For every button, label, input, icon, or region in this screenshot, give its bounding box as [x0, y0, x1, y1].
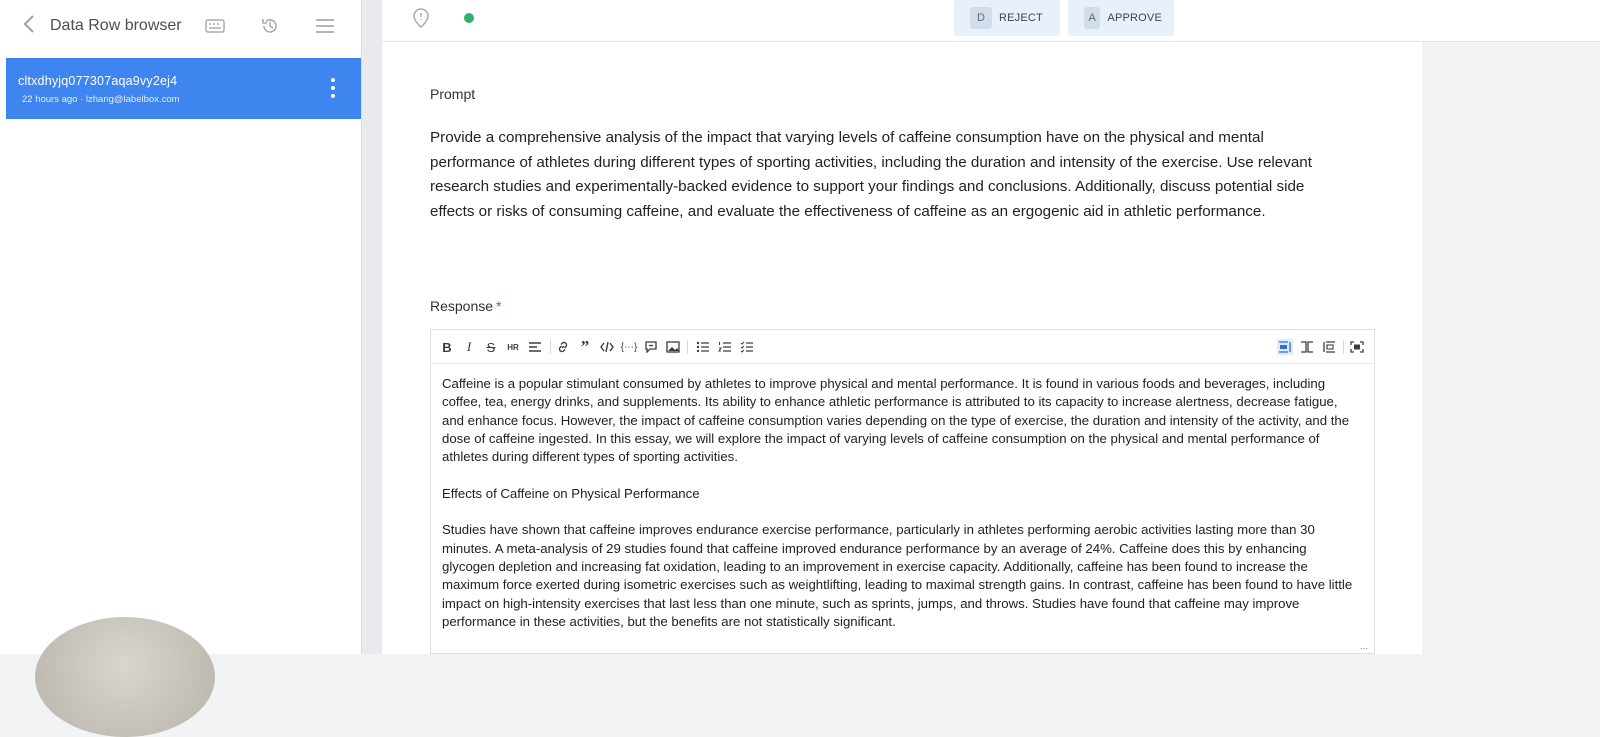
reject-button[interactable]: D REJECT	[954, 0, 1060, 36]
prompt-label: Prompt	[430, 86, 476, 102]
menu-icon[interactable]	[313, 14, 337, 38]
reject-label: REJECT	[999, 12, 1043, 24]
code-icon[interactable]	[599, 339, 615, 355]
avatar	[35, 617, 215, 737]
response-text-area[interactable]: Caffeine is a popular stimulant consumed…	[442, 375, 1357, 649]
approve-label: APPROVE	[1107, 12, 1162, 24]
approve-button[interactable]: A APPROVE	[1068, 0, 1174, 36]
approve-shortcut-key: A	[1084, 7, 1101, 29]
strikethrough-icon[interactable]: S	[483, 339, 499, 355]
fullscreen-icon[interactable]	[1349, 339, 1365, 355]
keyboard-icon[interactable]	[203, 14, 227, 38]
response-editor[interactable]: B I S HR ” {⋯} Caffeine is a popular sti…	[430, 329, 1375, 654]
quote-icon[interactable]: ”	[577, 337, 593, 356]
sidebar-header: Data Row browser	[0, 0, 361, 57]
back-icon[interactable]	[22, 14, 42, 36]
response-paragraph: Studies have shown that caffeine improve…	[442, 522, 1353, 629]
background-area	[1422, 42, 1600, 654]
bullet-list-icon[interactable]	[695, 339, 711, 355]
prompt-text: Provide a comprehensive analysis of the …	[430, 129, 1312, 220]
response-heading: Effects of Caffeine on Physical Performa…	[442, 485, 700, 501]
sidebar-title: Data Row browser	[50, 17, 182, 34]
data-row-sidebar: Data Row browser cltxdhyjq077307aqa9vy2e…	[0, 0, 362, 737]
comment-icon[interactable]	[643, 339, 659, 355]
preview-mode-icon[interactable]	[1321, 339, 1337, 355]
data-row-id: cltxdhyjq077307aqa9vy2ej4	[18, 74, 178, 88]
response-label: Response *	[430, 298, 502, 314]
top-toolbar: D REJECT A APPROVE	[382, 0, 1600, 42]
reject-shortcut-key: D	[970, 7, 992, 29]
split-view-icon[interactable]	[1299, 339, 1315, 355]
numbered-list-icon[interactable]	[717, 339, 733, 355]
required-marker: *	[496, 298, 502, 314]
location-pin-icon[interactable]	[412, 8, 430, 28]
image-icon[interactable]	[665, 339, 681, 355]
italic-icon[interactable]: I	[461, 339, 477, 355]
more-options-icon[interactable]	[329, 78, 337, 98]
status-indicator	[464, 13, 474, 23]
heading-icon[interactable]	[527, 339, 543, 355]
panel-divider[interactable]	[362, 0, 382, 654]
editor-toolbar: B I S HR ” {⋯}	[431, 330, 1374, 364]
response-paragraph: Caffeine is a popular stimulant consumed…	[442, 376, 1350, 465]
edit-mode-icon[interactable]	[1277, 339, 1293, 355]
main-content: Prompt Provide a comprehensive analysis …	[382, 42, 1422, 654]
bold-icon[interactable]: B	[439, 339, 455, 355]
response-label-text: Response	[430, 298, 494, 314]
code-block-icon[interactable]: {⋯}	[621, 339, 638, 355]
data-row-item[interactable]: cltxdhyjq077307aqa9vy2ej4 22 hours ago ·…	[6, 58, 361, 119]
resize-handle[interactable]: ...	[1360, 641, 1368, 651]
history-icon[interactable]	[258, 14, 282, 38]
data-row-meta: 22 hours ago · lzhang@labelbox.com	[22, 94, 180, 105]
horizontal-rule-icon[interactable]: HR	[505, 339, 521, 355]
checklist-icon[interactable]	[739, 339, 755, 355]
link-icon[interactable]	[555, 339, 571, 355]
